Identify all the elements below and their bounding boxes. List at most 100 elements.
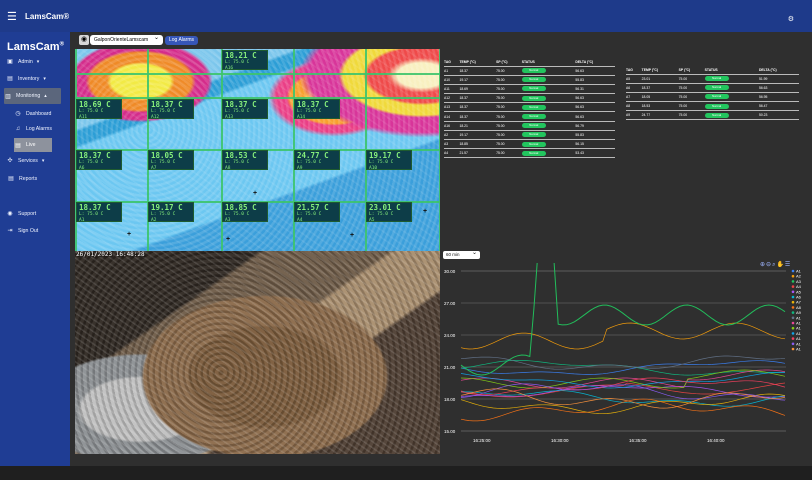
legend-marker: [791, 306, 795, 309]
chevron-down-icon: ▾: [41, 157, 45, 164]
thermal-reading-a3: 18.85 C L: 75.0 C A3: [222, 202, 268, 223]
table-cell: A8: [626, 101, 642, 112]
thermal-temperature: 18.69 C: [79, 100, 111, 109]
log-alarms-button[interactable]: Log Alarms: [165, 36, 199, 45]
status-cell: Normal: [521, 84, 576, 95]
y-axis-tick-label: 21.00: [444, 365, 456, 370]
sidebar-item-monitoring[interactable]: ▥ Monitoring ▴: [4, 88, 61, 104]
table-cell: A2: [444, 130, 460, 141]
table-cell: 56.15: [575, 139, 615, 150]
legend-marker: [791, 347, 795, 351]
camera-timestamp: 26/01/2023 16:48:28: [76, 251, 145, 258]
table-cell: A1: [444, 66, 460, 76]
legend-marker: [791, 295, 795, 299]
status-badge: Normal: [521, 141, 546, 147]
series-line-a8: [460, 398, 786, 422]
thermal-tag: A13: [225, 115, 234, 120]
status-cell: Normal: [521, 66, 576, 76]
legend-marker: [791, 285, 795, 288]
table-row: A7 18.05 75.00 Normal 56.95: [626, 92, 799, 103]
sidebar-item-reports[interactable]: ▤ Reports: [7, 174, 62, 183]
thermal-reading-a16: 18.21 C L: 75.0 C A16: [222, 50, 268, 71]
table-header: TAG: [444, 58, 460, 67]
thermal-tag: A6: [79, 166, 85, 171]
sidebar-item-dashboard[interactable]: ◷ Dashboard: [14, 109, 59, 118]
thermal-temperature: 24.77 C: [297, 151, 329, 160]
table-row: A2 19.17 75.00 Normal 55.83: [444, 130, 615, 141]
thermal-reading-a6: 18.37 C L: 75.0 C A6: [76, 150, 122, 171]
status-cell: Normal: [521, 102, 576, 113]
table-cell: 56.63: [758, 83, 799, 93]
table-cell: 75.00: [496, 148, 522, 159]
table-cell: 75.00: [496, 75, 522, 85]
camera-select[interactable]: GalponOrienteLamscam: [90, 34, 163, 45]
table-header: TEMP (°C): [641, 66, 679, 75]
series-line-a2: [460, 322, 786, 350]
table-cell: 24.77: [641, 110, 679, 121]
status-badge: Normal: [521, 68, 546, 74]
thermal-temperature: 18.21 C: [225, 51, 257, 60]
x-axis-tick-label: 16:40:00: [707, 438, 725, 443]
sidebar-item-services[interactable]: ✣ Services ▾: [6, 156, 61, 165]
status-cell: Normal: [704, 83, 759, 93]
table-cell: 56.95: [758, 92, 799, 103]
thermal-marker-icon: +: [226, 236, 231, 243]
table-cell: 19.17: [459, 130, 497, 141]
table-row: A3 18.85 75.00 Normal 56.15: [444, 139, 615, 150]
thermal-temperature: 18.85 C: [225, 203, 257, 212]
table-header: TEMP (°C): [459, 58, 497, 67]
thermal-reading-a4: 21.57 C L: 75.0 C A4: [294, 202, 340, 223]
table-cell: A14: [444, 111, 460, 122]
sidebar-item-log-alarms[interactable]: ♫ Log Alarms: [14, 124, 59, 133]
sidebar-item-live[interactable]: ▤ Live: [14, 138, 52, 152]
table-cell: 75.00: [678, 110, 705, 121]
chevron-down-icon: ▾: [36, 58, 40, 65]
legend-marker: [791, 300, 795, 304]
status-badge: Normal: [704, 103, 729, 109]
left-alarm-table: TAG TEMP (°C) SP (°C) STATUS DELTA (°C) A1 18…: [444, 58, 615, 159]
table-header: DELTA (°C): [575, 58, 615, 67]
status-cell: Normal: [521, 148, 576, 159]
table-cell: 18.37: [641, 83, 679, 93]
status-cell: Normal: [704, 110, 759, 121]
thermal-tag: A9: [297, 166, 303, 171]
status-cell: Normal: [521, 75, 576, 85]
settings-gear-icon[interactable]: ⚙: [788, 15, 794, 23]
status-cell: Normal: [521, 139, 576, 150]
table-cell: 75.00: [678, 74, 705, 84]
thermal-tag: A2: [151, 218, 157, 223]
table-cell: 75.00: [678, 83, 705, 93]
table-cell: 56.63: [575, 111, 615, 122]
thermal-reading-a12: 18.37 C L: 75.0 C A12: [148, 99, 194, 120]
table-cell: 75.00: [496, 102, 522, 113]
legend-marker: [791, 274, 795, 278]
thermal-camera-view: 18.21 C L: 75.0 C A16 18.69 C L: 75.0 C A11 18…: [75, 49, 440, 251]
menu-icon[interactable]: ☰: [7, 10, 21, 23]
live-icon: ▤: [15, 142, 21, 149]
thermal-tag: A7: [151, 166, 157, 171]
legend-label: A16: [796, 347, 801, 352]
time-range-select[interactable]: 60 min: [443, 249, 480, 259]
legend-marker: [791, 269, 795, 273]
table-header: DELTA (°C): [758, 66, 799, 75]
table-cell: A13: [444, 102, 460, 113]
table-cell: 56.47: [758, 101, 799, 112]
legend-marker: [791, 290, 795, 294]
table-cell: A6: [626, 83, 642, 93]
table-row: A1 18.37 75.00 Normal 56.63: [444, 66, 615, 76]
dashboard-icon: ◷: [15, 111, 21, 117]
thermal-temperature: 18.05 C: [151, 151, 183, 160]
thermal-temperature: 18.53 C: [225, 151, 257, 160]
thermal-marker-icon: +: [127, 231, 132, 238]
sidebar-item-admin[interactable]: ▣ Admin ▾: [6, 57, 61, 66]
thermal-reading-a5: 23.01 C L: 75.0 C A5: [366, 202, 412, 223]
table-cell: 75.00: [678, 92, 705, 103]
sidebar-item-sign-out[interactable]: ⇥ Sign Out: [6, 226, 61, 235]
thermal-temperature: 18.37 C: [79, 203, 111, 212]
table-cell: A5: [626, 74, 642, 84]
sidebar-item-support[interactable]: ◉ Support: [6, 209, 61, 218]
y-axis-tick-label: 27.00: [444, 301, 456, 306]
status-badge: Normal: [704, 94, 729, 100]
camera-icon[interactable]: ◉: [79, 35, 89, 45]
sidebar-item-inventory[interactable]: ▤ Inventory ▾: [6, 74, 61, 83]
